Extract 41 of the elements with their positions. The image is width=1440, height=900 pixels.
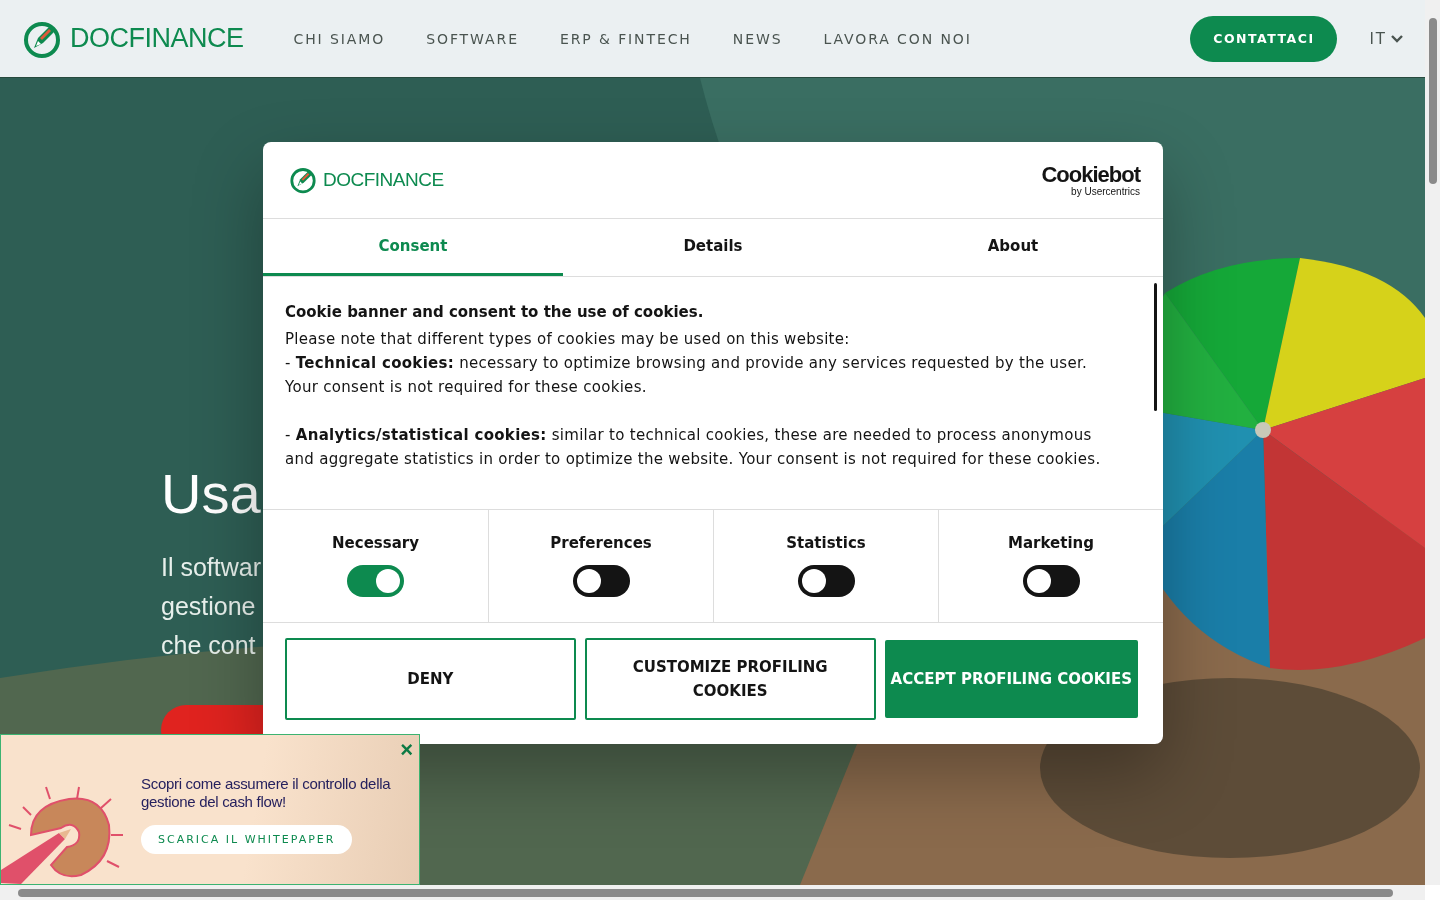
dialog-tab[interactable]: About: [863, 219, 1163, 276]
hero-title: Usa: [161, 466, 261, 522]
horizontal-scrollbar[interactable]: [0, 885, 1425, 900]
cookiebot-logo-text: Cookiebot: [1041, 163, 1140, 186]
nav-link[interactable]: LAVORA CON NOI: [823, 30, 972, 47]
consent-heading: Cookie banner and consent to the use of cookies.: [285, 303, 705, 321]
scrollbar-thumb[interactable]: [1154, 283, 1157, 411]
category-label: Preferences: [550, 534, 652, 552]
consent-paragraph: - Technical cookies: necessary to optimize browsing and provide any services requested by the user. Your consent is not required for these cookies.: [285, 353, 1089, 398]
contact-button[interactable]: CONTATTACI: [1190, 15, 1338, 62]
cookiebot-logo-subtext: by Usercentrics: [1071, 185, 1140, 197]
category-label: Marketing: [1008, 534, 1094, 552]
consent-button[interactable]: CUSTOMIZE PROFILING COOKIES: [584, 638, 876, 720]
dialog-tab[interactable]: Details: [563, 219, 863, 276]
chevron-down-icon: [1391, 34, 1403, 43]
category-toggle[interactable]: [572, 565, 630, 597]
vertical-scrollbar[interactable]: [1425, 0, 1440, 885]
logo-text: DOCFINANCE: [70, 23, 244, 54]
category-toggle[interactable]: [347, 565, 404, 597]
logo-text: DOCFINANCE: [323, 169, 444, 191]
nav-link[interactable]: NEWS: [732, 30, 783, 47]
hero-subtitle-line: che cont: [161, 630, 256, 661]
category-label: Statistics: [786, 534, 866, 552]
hero-subtitle-line: gestione: [161, 591, 256, 622]
language-selector[interactable]: IT: [1369, 29, 1403, 48]
category-toggle[interactable]: [797, 565, 855, 597]
close-button[interactable]: ×: [400, 739, 413, 761]
whitepaper-button[interactable]: SCARICA IL WHITEPAPER: [141, 825, 353, 854]
consent-paragraph: Please note that different types of cookies may be used on this website:: [285, 329, 851, 350]
consent-button[interactable]: DENY: [285, 638, 576, 720]
consent-paragraph: - Analytics/statistical cookies: similar to technical cookies, these are needed to process anonymous and aggregate statistics in order to optimize the website. Your consent is not required for these cookies.: [285, 425, 1102, 470]
dialog-tab[interactable]: Consent: [263, 219, 563, 276]
hero-subtitle-line: Il softwar: [161, 552, 262, 583]
accept-button[interactable]: ACCEPT PROFILING COOKIES: [884, 640, 1138, 718]
promo-text: Scopri come assumere il controllo della gestione del cash flow!: [141, 775, 391, 811]
pencil-logo-icon: [289, 166, 317, 194]
category-toggle[interactable]: [1022, 565, 1080, 597]
nav-link[interactable]: ERP & FINTECH: [559, 30, 692, 47]
category-label: Necessary: [332, 534, 419, 552]
nav-link[interactable]: CHI SIAMO: [293, 30, 386, 47]
nav-link[interactable]: SOFTWARE: [426, 30, 519, 47]
